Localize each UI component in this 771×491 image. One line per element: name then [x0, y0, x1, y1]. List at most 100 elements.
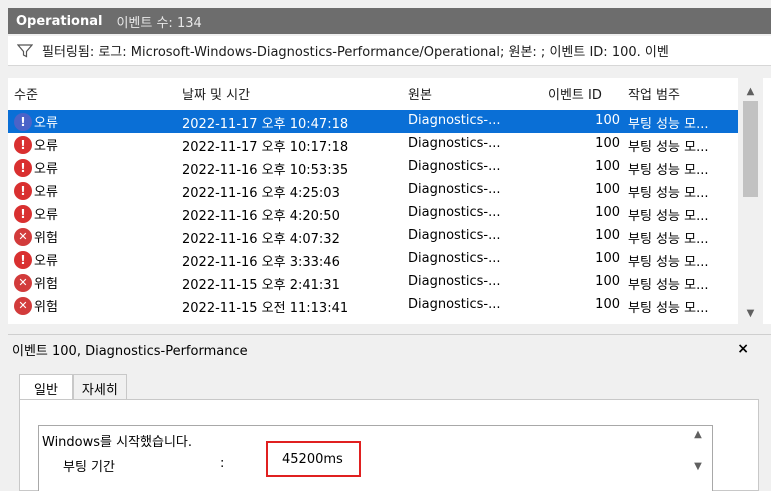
close-icon[interactable]: ×: [737, 341, 749, 357]
task-cell: 부팅 성능 모...: [628, 163, 709, 178]
column-date[interactable]: 날짜 및 시간: [182, 84, 250, 103]
boot-duration-label: 부팅 기간: [63, 460, 115, 475]
event-row[interactable]: ! 오류 2022-11-17 오후 10:17:18 Diagnostics-...…: [8, 133, 738, 156]
exclamation-icon: !: [14, 135, 32, 154]
event-row[interactable]: ! 오류 2022-11-16 오후 3:33:46 Diagnostics-... 1…: [8, 248, 738, 271]
tab-general[interactable]: 일반: [19, 374, 73, 401]
event-detail-title: 이벤트 100, Diagnostics-Performance: [12, 344, 248, 359]
tab-details[interactable]: 자세히: [72, 374, 127, 400]
field-separator: :: [220, 456, 225, 471]
level-cell: ! 오류: [14, 181, 58, 200]
event-message-box[interactable]: Windows를 시작했습니다. 부팅 기간 : 45200ms: [38, 425, 713, 491]
event-row[interactable]: ! 오류 2022-11-16 오후 4:20:50 Diagnostics-... 1…: [8, 202, 738, 225]
message-scrollbar[interactable]: ▲ ▼: [683, 425, 713, 491]
source-cell: Diagnostics-...: [408, 136, 501, 151]
level-cell: ✕ 위험: [14, 227, 58, 246]
event-row[interactable]: ✕ 위험 2022-11-16 오후 4:07:32 Diagnostics-... 1…: [8, 225, 738, 248]
event-id-cell: 100: [595, 274, 620, 289]
source-cell: Diagnostics-...: [408, 297, 501, 312]
event-id-cell: 100: [595, 297, 620, 312]
event-id-cell: 100: [595, 159, 620, 174]
date-cell: 2022-11-17 오후 10:47:18: [182, 117, 349, 132]
task-cell: 부팅 성능 모...: [628, 232, 709, 247]
event-id-cell: 100: [595, 136, 620, 151]
source-cell: Diagnostics-...: [408, 205, 501, 220]
level-text: 위험: [34, 231, 58, 246]
task-cell: 부팅 성능 모...: [628, 140, 709, 155]
task-cell: 부팅 성능 모...: [628, 255, 709, 270]
date-cell: 2022-11-16 오후 3:33:46: [182, 255, 340, 270]
event-count: 이벤트 수: 134: [116, 15, 202, 31]
level-text: 오류: [34, 254, 58, 269]
source-cell: Diagnostics-...: [408, 113, 501, 128]
event-detail-header: 이벤트 100, Diagnostics-Performance ×: [8, 334, 771, 364]
source-cell: Diagnostics-...: [408, 251, 501, 266]
boot-duration-value: 45200ms: [266, 441, 361, 477]
filter-text: 필터링됨: 로그: Microsoft-Windows-Diagnostics-…: [42, 45, 669, 60]
event-list-header: 수준 날짜 및 시간 원본 이벤트 ID 작업 범주: [8, 78, 738, 104]
x-circle-icon: ✕: [14, 227, 32, 246]
event-message: Windows를 시작했습니다.: [42, 435, 193, 450]
task-cell: 부팅 성능 모...: [628, 301, 709, 316]
source-cell: Diagnostics-...: [408, 228, 501, 243]
level-cell: ! 오류: [14, 135, 58, 154]
event-list[interactable]: 수준 날짜 및 시간 원본 이벤트 ID 작업 범주 ! 오류 2022-11-17…: [8, 78, 771, 324]
date-cell: 2022-11-17 오후 10:17:18: [182, 140, 349, 155]
task-cell: 부팅 성능 모...: [628, 209, 709, 224]
event-row[interactable]: ✕ 위험 2022-11-15 오전 11:13:41 Diagnostics-...…: [8, 294, 738, 317]
column-event-id[interactable]: 이벤트 ID: [548, 84, 602, 103]
source-cell: Diagnostics-...: [408, 274, 501, 289]
date-cell: 2022-11-15 오전 11:13:41: [182, 301, 349, 316]
scroll-down-icon[interactable]: ▼: [738, 304, 763, 322]
log-name: Operational: [16, 13, 103, 29]
level-cell: ! 오류: [14, 112, 58, 131]
exclamation-icon: !: [14, 204, 32, 223]
date-cell: 2022-11-15 오후 2:41:31: [182, 278, 340, 293]
event-id-cell: 100: [595, 182, 620, 197]
scroll-down-icon[interactable]: ▼: [683, 461, 713, 477]
date-cell: 2022-11-16 오후 10:53:35: [182, 163, 349, 178]
exclamation-icon: !: [14, 250, 32, 269]
event-row[interactable]: ! 오류 2022-11-16 오후 4:25:03 Diagnostics-... 1…: [8, 179, 738, 202]
event-id-cell: 100: [595, 113, 620, 128]
filter-bar: 필터링됨: 로그: Microsoft-Windows-Diagnostics-…: [8, 36, 771, 66]
task-cell: 부팅 성능 모...: [628, 278, 709, 293]
scroll-up-icon[interactable]: ▲: [683, 429, 713, 445]
source-cell: Diagnostics-...: [408, 182, 501, 197]
level-text: 오류: [34, 139, 58, 154]
funnel-icon: [8, 43, 42, 58]
level-cell: ! 오류: [14, 204, 58, 223]
event-list-scrollbar[interactable]: ▲ ▼: [738, 78, 763, 324]
event-id-cell: 100: [595, 205, 620, 220]
exclamation-icon: !: [14, 181, 32, 200]
event-row[interactable]: ! 오류 2022-11-17 오후 10:47:18 Diagnostics-...…: [8, 110, 738, 133]
x-circle-icon: ✕: [14, 296, 32, 315]
event-row[interactable]: ✕ 위험 2022-11-15 오후 2:41:31 Diagnostics-... 1…: [8, 271, 738, 294]
level-cell: ! 오류: [14, 158, 58, 177]
log-title-bar: Operational 이벤트 수: 134: [0, 0, 771, 36]
column-level[interactable]: 수준: [14, 84, 38, 103]
date-cell: 2022-11-16 오후 4:25:03: [182, 186, 340, 201]
scrollbar-thumb[interactable]: [743, 101, 758, 197]
level-text: 오류: [34, 116, 58, 131]
log-header: Operational 이벤트 수: 134: [8, 8, 771, 34]
event-row[interactable]: ! 오류 2022-11-16 오후 10:53:35 Diagnostics-...…: [8, 156, 738, 179]
task-cell: 부팅 성능 모...: [628, 186, 709, 201]
event-id-cell: 100: [595, 251, 620, 266]
level-cell: ✕ 위험: [14, 296, 58, 315]
task-cell: 부팅 성능 모...: [628, 117, 709, 132]
exclamation-icon: !: [14, 112, 32, 131]
level-text: 위험: [34, 300, 58, 315]
column-source[interactable]: 원본: [408, 84, 432, 103]
exclamation-icon: !: [14, 158, 32, 177]
level-cell: ✕ 위험: [14, 273, 58, 292]
scroll-up-icon[interactable]: ▲: [738, 82, 763, 100]
level-cell: ! 오류: [14, 250, 58, 269]
level-text: 위험: [34, 277, 58, 292]
event-id-cell: 100: [595, 228, 620, 243]
column-task[interactable]: 작업 범주: [628, 84, 680, 103]
date-cell: 2022-11-16 오후 4:20:50: [182, 209, 340, 224]
detail-tabs: 일반 자세히: [19, 374, 127, 401]
level-text: 오류: [34, 185, 58, 200]
date-cell: 2022-11-16 오후 4:07:32: [182, 232, 340, 247]
